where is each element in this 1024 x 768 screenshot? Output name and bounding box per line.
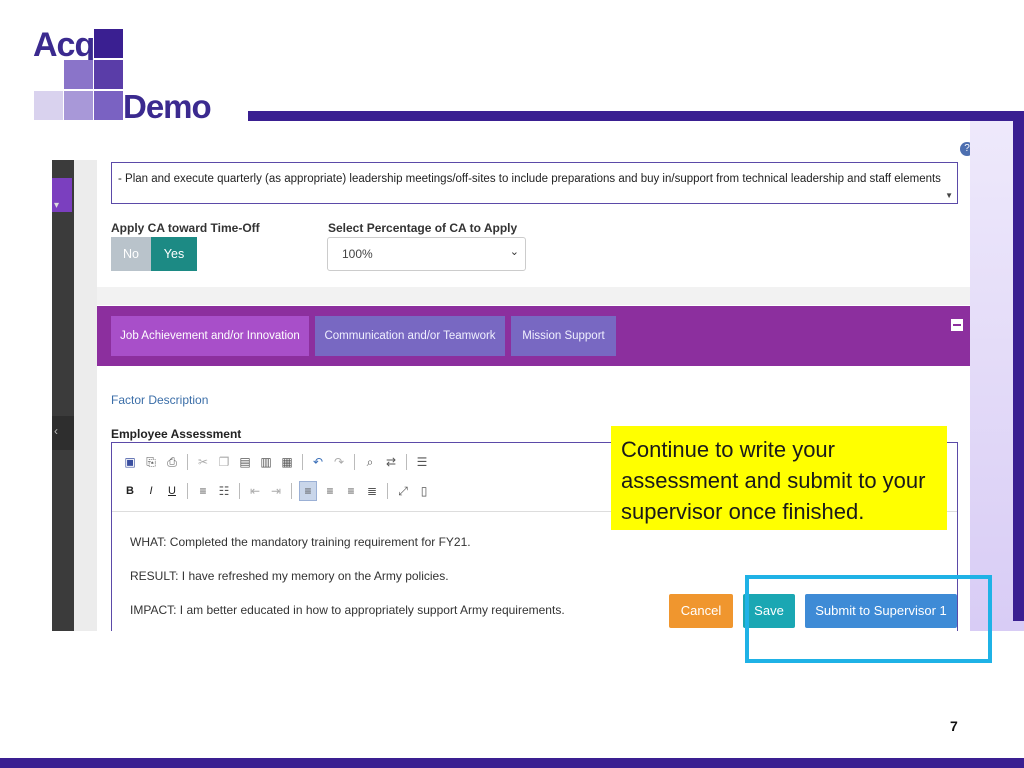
assessment-impact-line: IMPACT: I am better educated in how to a…: [130, 603, 565, 617]
assessment-result-line: RESULT: I have refreshed my memory on th…: [130, 569, 449, 583]
save-icon[interactable]: ▣: [122, 453, 138, 471]
sidebar-active-item[interactable]: ▾: [52, 178, 72, 212]
toolbar-separator: [387, 483, 388, 499]
logo-square: [64, 91, 93, 120]
scroll-down-icon[interactable]: ▼: [945, 191, 953, 200]
percentage-select[interactable]: 100% ⌄: [327, 237, 526, 271]
toggle-no[interactable]: No: [111, 237, 151, 271]
toolbar-separator: [406, 454, 407, 470]
toggle-yes[interactable]: Yes: [151, 237, 197, 271]
toolbar-separator: [187, 483, 188, 499]
align-left-icon[interactable]: ≡: [299, 481, 317, 501]
editor-toolbar-row-2: B I U ≡ ☷ ⇤ ⇥ ≡ ≡ ≡ ≣ ⤢ ▯: [122, 480, 432, 502]
sidebar-collapse-handle[interactable]: ‹: [52, 416, 74, 450]
tab-job-achievement[interactable]: Job Achievement and/or Innovation: [111, 316, 309, 356]
underline-button[interactable]: U: [164, 482, 180, 500]
print-icon[interactable]: ⎙: [164, 453, 180, 471]
select-percentage-label: Select Percentage of CA to Apply: [328, 221, 518, 235]
apply-ca-label: Apply CA toward Time-Off: [111, 221, 260, 235]
chevron-down-icon: ⌄: [509, 246, 519, 258]
acqdemo-logo: Acq Demo: [30, 26, 230, 126]
percentage-select-value: 100%: [342, 247, 373, 261]
chevron-left-icon: ‹: [54, 424, 58, 438]
collapse-icon[interactable]: [951, 319, 963, 331]
align-center-icon[interactable]: ≡: [322, 482, 338, 500]
toolbar-separator: [239, 483, 240, 499]
bold-button[interactable]: B: [122, 482, 138, 500]
dark-sidebar: ▾ ‹: [52, 160, 74, 631]
replace-icon[interactable]: ⇄: [383, 453, 399, 471]
logo-square: [34, 91, 63, 120]
preview-icon[interactable]: ⎘: [143, 453, 159, 471]
slide-top-bar: [248, 111, 1024, 121]
bulleted-list-icon[interactable]: ☷: [216, 482, 232, 500]
section-gap: [97, 287, 970, 305]
numbered-list-icon[interactable]: ≡: [195, 482, 211, 500]
logo-square: [94, 60, 123, 89]
slide-right-edge: [1013, 121, 1024, 621]
factor-tabs-panel: Job Achievement and/or Innovation Commun…: [97, 306, 970, 366]
assessment-what-line: WHAT: Completed the mandatory training r…: [130, 535, 471, 549]
cut-icon[interactable]: ✂: [195, 453, 211, 471]
help-icon[interactable]: ?: [960, 142, 970, 156]
logo-square: [94, 91, 123, 120]
show-blocks-icon[interactable]: ▯: [416, 482, 432, 500]
redo-icon[interactable]: ↷: [331, 453, 347, 471]
italic-button[interactable]: I: [143, 482, 159, 500]
paste-word-icon[interactable]: ▦: [279, 453, 295, 471]
logo-demo-text: Demo: [123, 88, 212, 125]
submit-highlight-box: [745, 575, 992, 663]
paste-icon[interactable]: ▤: [237, 453, 253, 471]
factor-description-link[interactable]: Factor Description: [111, 393, 208, 407]
app-screenshot: ▾ ‹ ? - Plan and execute quarterly (as a…: [52, 142, 970, 631]
instruction-callout: Continue to write your assessment and su…: [611, 426, 947, 530]
objective-text: - Plan and execute quarterly (as appropr…: [118, 173, 941, 185]
maximize-icon[interactable]: ⤢: [395, 482, 411, 500]
outdent-icon[interactable]: ⇤: [247, 482, 263, 500]
apply-ca-toggle[interactable]: No Yes: [111, 237, 197, 271]
logo-square: [94, 29, 123, 58]
paste-text-icon[interactable]: ▥: [258, 453, 274, 471]
align-right-icon[interactable]: ≡: [343, 482, 359, 500]
objective-textarea[interactable]: - Plan and execute quarterly (as appropr…: [111, 162, 958, 204]
toolbar-separator: [291, 483, 292, 499]
callout-text: Continue to write your assessment and su…: [621, 437, 926, 524]
toolbar-separator: [302, 454, 303, 470]
copy-icon[interactable]: ❐: [216, 453, 232, 471]
tab-mission-support[interactable]: Mission Support: [511, 316, 616, 356]
slide-bottom-bar: [0, 758, 1024, 768]
tab-communication[interactable]: Communication and/or Teamwork: [315, 316, 505, 356]
logo-square: [64, 60, 93, 89]
find-icon[interactable]: ⌕: [362, 453, 378, 471]
cancel-button[interactable]: Cancel: [669, 594, 733, 628]
align-justify-icon[interactable]: ≣: [364, 482, 380, 500]
indent-icon[interactable]: ⇥: [268, 482, 284, 500]
employee-assessment-label: Employee Assessment: [111, 427, 242, 441]
select-all-icon[interactable]: ☰: [414, 453, 430, 471]
editor-toolbar-row-1: ▣ ⎘ ⎙ ✂ ❐ ▤ ▥ ▦ ↶ ↷ ⌕ ⇄ ☰: [122, 451, 430, 473]
toolbar-separator: [354, 454, 355, 470]
undo-icon[interactable]: ↶: [310, 453, 326, 471]
gray-margin: [74, 160, 97, 631]
chevron-down-icon: ▾: [54, 200, 60, 211]
toolbar-separator: [187, 454, 188, 470]
page-number: 7: [950, 718, 958, 734]
